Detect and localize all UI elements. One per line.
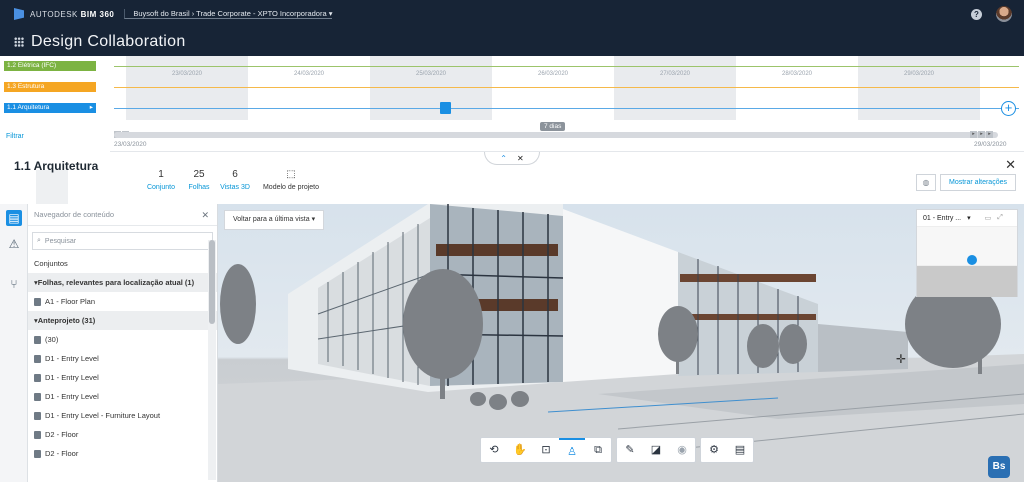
sheet-icon [34,449,41,458]
list-item[interactable]: D1 - Entry Level - Furniture Layout [28,406,217,425]
list-item[interactable]: D1 - Entry Level [28,368,217,387]
sheet-icon [34,335,41,344]
sheet-icon [34,430,41,439]
app-title-bar: Design Collaboration [0,28,1024,56]
bs-badge: Bs [988,456,1010,478]
filter-link[interactable]: Filtrar [6,133,24,140]
track-line-eletrica [114,66,1019,67]
list-item[interactable]: (30) [28,330,217,349]
app-grid-icon[interactable] [14,37,24,47]
show-changes-button[interactable]: Mostrar alterações [940,174,1016,191]
list-item[interactable]: D2 - Floor [28,425,217,444]
search-icon: ⌕ [37,237,41,244]
content-navigator: Navegador de conteúdo ✕ ⌕ Pesquisar Conju… [28,204,218,482]
timeline-end: 29/03/2020 [974,141,1007,148]
sheet-icon [34,392,41,401]
list-item[interactable]: D1 - Entry Level [28,387,217,406]
timeline-scrollbar[interactable] [114,132,998,138]
viewer-toolbar: ⟲ ✋ ⊡ ♙ ⧉ ✎ ◪ ◉ ⚙ ▤ [480,437,754,463]
stat-vistas-3d[interactable]: 6 Vistas 3D [216,169,254,191]
minimap-view[interactable] [917,227,1017,297]
chevron-down-icon[interactable]: ▾ [967,214,971,222]
navigator-header: Navegador de conteúdo ✕ [28,204,217,226]
track-line-estrutura [114,87,1019,88]
model-viewer[interactable]: Voltar para a última vista ▾ 01 - Entry … [218,204,1024,482]
add-track-icon[interactable]: + [1001,101,1016,116]
close-icon[interactable]: ✕ [1005,157,1016,173]
properties-icon[interactable]: ▤ [727,438,753,462]
crosshair-cursor-icon: ✛ [896,352,907,366]
track-line-arquitetura [114,108,1019,109]
list-item[interactable]: Conjuntos [28,254,217,273]
collapse-toggle[interactable]: ⌃ ✕ [484,152,540,165]
list-item[interactable]: D1 - Entry Level [28,349,217,368]
sheet-icon [34,373,41,382]
orbit-icon[interactable]: ⟲ [481,438,507,462]
top-header: AUTODESK BIM 360 Buysoft do Brasil › Tra… [0,0,1024,28]
settings-icon[interactable]: ⚙ [701,438,727,462]
navigator-scrollbar[interactable] [209,240,215,324]
section-icon[interactable]: ◪ [643,438,669,462]
expand-icon[interactable]: ⤢ [997,214,1003,222]
list-item[interactable]: A1 - Floor Plan [28,292,217,311]
cube-icon: ⬚ [286,169,296,180]
content-navigator-icon[interactable]: ▤ [6,210,22,226]
track-estrutura[interactable]: 1.3 Estrutura [4,82,96,92]
back-to-last-view-button[interactable]: Voltar para a última vista ▾ [224,210,325,230]
list-section[interactable]: ▾Folhas, relevantes para localização atu… [28,273,217,292]
visibility-icon[interactable]: ◉ [669,438,695,462]
track-arquitetura[interactable]: 1.1 Arquitetura ▸ [4,103,96,113]
stat-folhas[interactable]: 25 Folhas [184,169,214,191]
package-title: 1.1 Arquitetura [14,159,99,173]
minimap[interactable]: 01 - Entry ... ▾ ▭ ⤢ [916,209,1018,297]
warning-icon[interactable]: ⚠ [6,236,22,252]
fit-to-view-icon[interactable]: ⊡ [533,438,559,462]
left-rail: ▤ ⚠ ⑂ [0,204,28,482]
avatar[interactable] [996,6,1012,22]
branch-icon[interactable]: ⑂ [6,276,22,292]
sheet-icon [34,411,41,420]
project-selector[interactable]: Buysoft do Brasil › Trade Corporate - XP… [124,9,333,19]
timeline-panel: 1.2 Elétrica (IFC) 1.3 Estrutura 1.1 Arq… [0,56,1024,152]
timeline-start: 23/03/2020 [114,141,147,148]
list-section[interactable]: ▾Anteprojeto (31) [28,311,217,330]
close-icon[interactable]: ✕ [201,210,209,221]
minimap-settings-icon[interactable]: ▭ [985,214,992,222]
palette-icon[interactable]: ◍ [916,174,936,191]
sheet-icon [34,297,41,306]
stat-conjunto[interactable]: 1 Conjunto [146,169,176,191]
stat-modelo[interactable]: ⬚ Modelo de projeto [260,169,322,191]
sheet-icon [34,354,41,363]
close-icon[interactable]: ✕ [517,154,524,163]
first-person-icon[interactable]: ♙ [559,438,585,462]
autodesk-logo-icon [14,8,24,20]
chevron-up-icon[interactable]: ⌃ [500,154,507,163]
range-label: 7 dias [540,122,566,131]
timeline-nav-right[interactable]: ▸ ▸ ▸ [970,131,993,138]
camera-position-icon [967,255,977,265]
track-eletrica[interactable]: 1.2 Elétrica (IFC) [4,61,96,71]
search-input[interactable]: ⌕ Pesquisar [32,232,213,250]
camera-icon[interactable]: ⧉ [585,438,611,462]
brand-name: AUTODESK BIM 360 [30,9,115,19]
navigator-title: Navegador de conteúdo [34,210,115,219]
pan-icon[interactable]: ✋ [507,438,533,462]
watermark-icon [36,170,68,204]
measure-icon[interactable]: ✎ [617,438,643,462]
package-header: ⌃ ✕ 1.1 Arquitetura 1 Conjunto 25 Folhas 6V… [0,152,1024,204]
minimap-level-select[interactable]: 01 - Entry ... [923,215,961,222]
help-icon[interactable]: ? [971,8,982,20]
version-marker[interactable] [440,102,451,114]
list-item[interactable]: D2 - Floor [28,444,217,463]
page-title: Design Collaboration [31,33,186,50]
